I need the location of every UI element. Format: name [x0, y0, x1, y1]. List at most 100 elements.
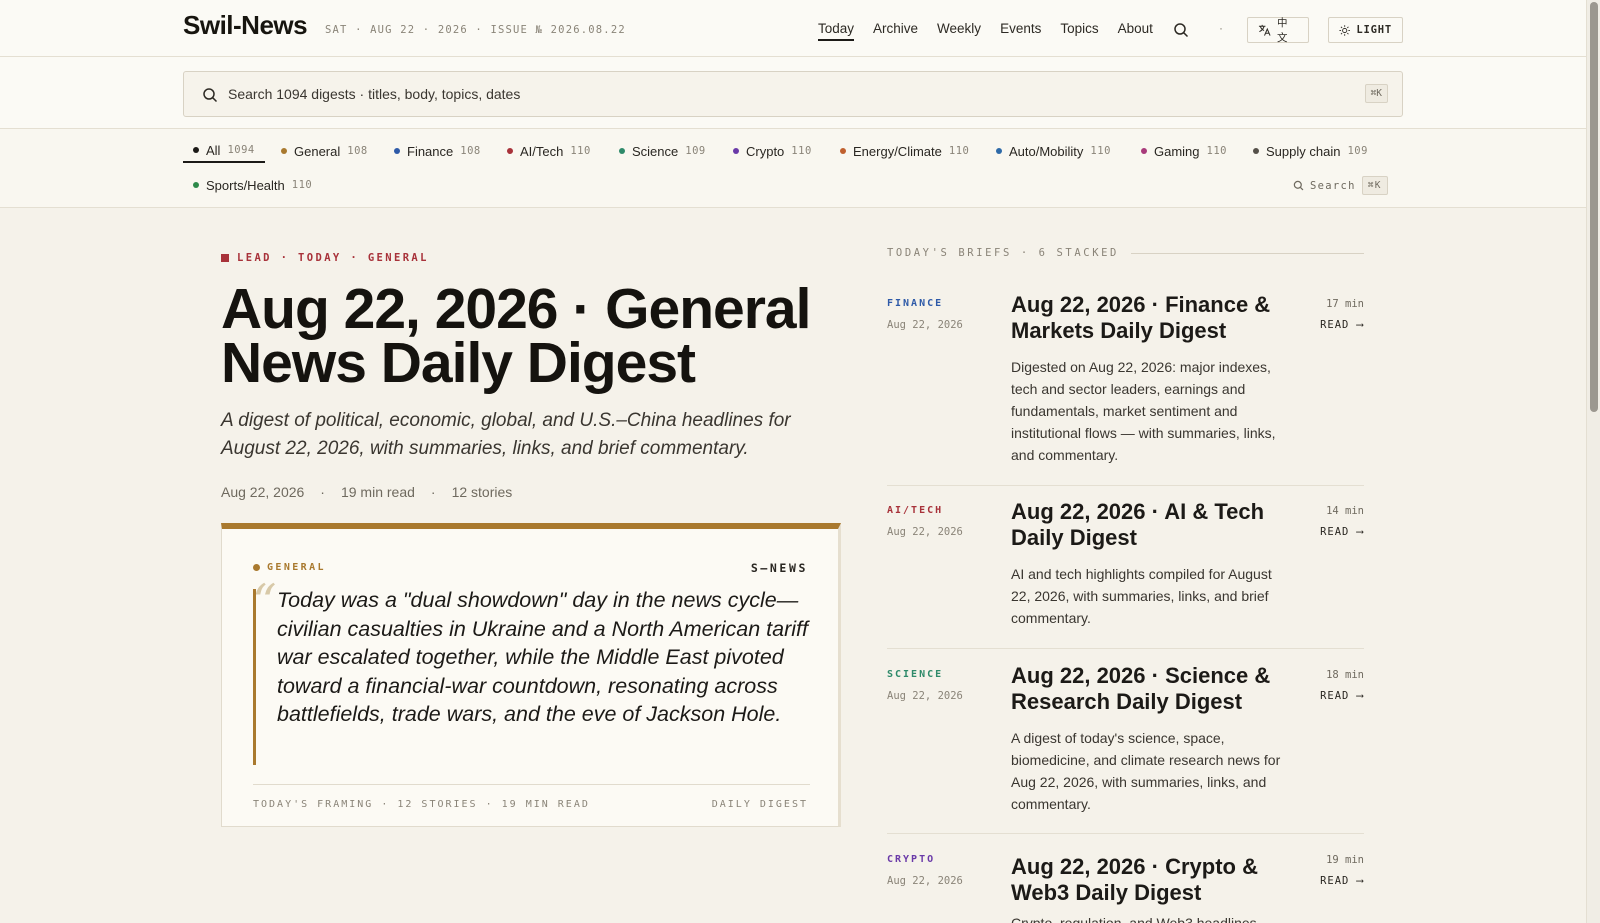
tab-label: Auto/Mobility: [1009, 143, 1084, 159]
page-scrollbar[interactable]: [1586, 0, 1600, 923]
brief-date: Aug 22, 2026: [887, 319, 963, 331]
tab-sports-health[interactable]: Sports/Health 110: [193, 173, 312, 197]
tab-count: 109: [1347, 145, 1368, 157]
brief-read-link[interactable]: READ ⟶: [1320, 690, 1364, 702]
search-icon: [1293, 180, 1304, 191]
search-icon[interactable]: [1173, 22, 1189, 38]
nav-separator: ·: [1219, 21, 1223, 35]
tab-general[interactable]: General 108: [281, 139, 368, 163]
brief-title[interactable]: Aug 22, 2026 · Science & Research Daily …: [1011, 663, 1291, 714]
brief-date: Aug 22, 2026: [887, 690, 963, 702]
category-dot: [394, 148, 400, 154]
brief-description: A digest of today's science, space, biom…: [1011, 730, 1281, 812]
brief-item-finance[interactable]: FINANCE Aug 22, 2026 Aug 22, 2026 · Fina…: [887, 292, 1364, 488]
brief-divider: [887, 485, 1364, 486]
brief-category: CRYPTO: [887, 854, 936, 865]
tab-science[interactable]: Science 109: [619, 139, 706, 163]
tab-label: Crypto: [746, 143, 785, 159]
tab-ai-tech[interactable]: AI/Tech 110: [507, 139, 591, 163]
tab-crypto[interactable]: Crypto 110: [733, 139, 812, 163]
category-search-shortcut: ⌘K: [1361, 176, 1388, 195]
tab-count: 110: [1090, 145, 1111, 157]
tab-count: 110: [570, 145, 591, 157]
brief-item-ai-tech[interactable]: AI/TECH Aug 22, 2026 Aug 22, 2026 · AI &…: [887, 499, 1364, 655]
tab-energy-climate[interactable]: Energy/Climate 110: [840, 139, 969, 163]
quote-footer-left: TODAY'S FRAMING · 12 STORIES · 19 MIN RE…: [253, 799, 590, 810]
lead-marker: [221, 254, 229, 262]
category-dot: [281, 148, 287, 154]
tab-label: Finance: [407, 143, 454, 159]
brief-description: Crypto, regulation, and Web3 headlines: [1011, 915, 1257, 923]
nav-archive[interactable]: Archive: [873, 21, 918, 41]
brief-date: Aug 22, 2026: [887, 875, 963, 887]
tab-label: Energy/Climate: [853, 143, 942, 159]
search-band: Search 1094 digests · titles, body, topi…: [0, 57, 1586, 129]
category-dot: [840, 148, 846, 154]
lead-label-text: LEAD · TODAY · GENERAL: [237, 252, 429, 264]
category-dot: [733, 148, 739, 154]
brief-read-time: 17 min: [1326, 298, 1364, 310]
digest-search-input[interactable]: Search 1094 digests · titles, body, topi…: [183, 71, 1403, 117]
tab-gaming[interactable]: Gaming 110: [1141, 139, 1227, 163]
brief-read-time: 14 min: [1326, 505, 1364, 517]
nav-weekly[interactable]: Weekly: [937, 21, 981, 41]
category-dot: [193, 147, 199, 153]
quote-text: Today was a "dual showdown" day in the n…: [277, 588, 808, 726]
lead-meta: Aug 22, 2026 · 19 min read · 12 stories: [221, 484, 512, 500]
brief-item-crypto[interactable]: CRYPTO Aug 22, 2026 Aug 22, 2026 · Crypt…: [887, 854, 1364, 923]
category-dot: [193, 182, 199, 188]
lead-title[interactable]: Aug 22, 2026 · General News Daily Digest: [221, 281, 841, 392]
language-label: 中文: [1277, 17, 1289, 44]
nav-today[interactable]: Today: [818, 21, 855, 41]
quote-card-brand: S—NEWS: [750, 561, 808, 575]
tab-count: 1094: [227, 144, 255, 156]
tab-label: General: [294, 143, 341, 159]
tab-finance[interactable]: Finance 108: [394, 139, 481, 163]
tab-count: 108: [460, 145, 481, 157]
briefs-heading: TODAY'S BRIEFS · 6 STACKED: [887, 247, 1364, 259]
lead-quote-card[interactable]: GENERAL S—NEWS “ Today was a "dual showd…: [221, 523, 841, 827]
brief-title[interactable]: Aug 22, 2026 · AI & Tech Daily Digest: [1011, 499, 1291, 550]
tab-count: 110: [948, 145, 970, 157]
brief-read-link[interactable]: READ ⟶: [1320, 526, 1364, 538]
lead-label: LEAD · TODAY · GENERAL: [221, 252, 429, 264]
tab-count: 110: [791, 145, 812, 157]
meta-separator: ·: [320, 484, 325, 500]
site-logo[interactable]: Swil-News: [183, 10, 308, 41]
tab-label: Science: [632, 143, 679, 159]
category-dot: [1253, 148, 1259, 154]
nav-topics[interactable]: Topics: [1060, 21, 1098, 41]
category-search-button[interactable]: Search ⌘K: [1293, 176, 1388, 195]
language-toggle-button[interactable]: 中文: [1247, 17, 1309, 44]
category-dot: [619, 148, 625, 154]
scrollbar-thumb[interactable]: [1590, 2, 1598, 412]
brief-read-link[interactable]: READ ⟶: [1320, 875, 1364, 887]
brief-title[interactable]: Aug 22, 2026 · Finance & Markets Daily D…: [1011, 292, 1291, 343]
category-dot: [253, 564, 260, 571]
brief-read-time: 18 min: [1326, 669, 1364, 681]
lead-subtitle: A digest of political, economic, global,…: [221, 410, 791, 459]
lead-read-time: 19 min read: [340, 484, 415, 500]
nav-events[interactable]: Events: [1000, 21, 1041, 41]
tab-all[interactable]: All 1094: [183, 139, 265, 163]
translate-icon: [1258, 24, 1271, 36]
brief-title[interactable]: Aug 22, 2026 · Crypto & Web3 Daily Diges…: [1011, 854, 1291, 905]
quote-card-tag-text: GENERAL: [267, 562, 326, 573]
quote-bar: [253, 589, 256, 765]
lead-story-count: 12 stories: [451, 484, 513, 500]
tab-count: 109: [685, 145, 706, 157]
tab-label: Sports/Health: [206, 177, 285, 193]
briefs-heading-text: TODAY'S BRIEFS · 6 STACKED: [887, 247, 1119, 259]
nav-about[interactable]: About: [1118, 21, 1153, 41]
category-dot: [996, 148, 1002, 154]
tab-count: 110: [291, 179, 313, 191]
tab-supply-chain[interactable]: Supply chain 109: [1253, 139, 1368, 163]
tab-auto-mobility[interactable]: Auto/Mobility 110: [996, 139, 1111, 163]
lead-date: Aug 22, 2026: [221, 484, 305, 500]
brief-description: AI and tech highlights compiled for Augu…: [1011, 566, 1272, 626]
tab-label: All: [206, 142, 221, 158]
theme-label: LIGHT: [1356, 24, 1392, 36]
theme-toggle-button[interactable]: LIGHT: [1328, 17, 1403, 43]
brief-item-science[interactable]: SCIENCE Aug 22, 2026 Aug 22, 2026 · Scie…: [887, 663, 1364, 849]
brief-read-link[interactable]: READ ⟶: [1320, 319, 1364, 331]
